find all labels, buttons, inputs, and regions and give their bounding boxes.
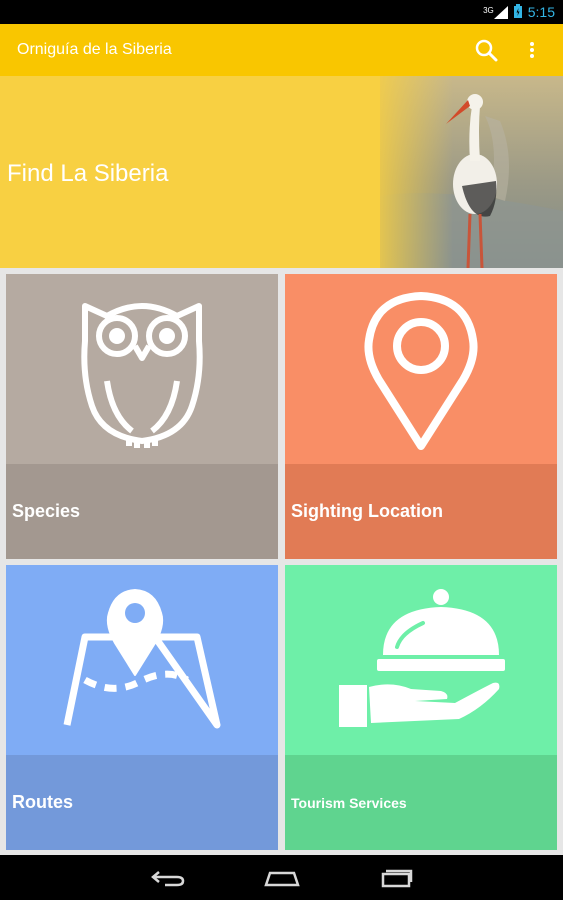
overflow-menu-button[interactable] — [509, 24, 555, 76]
search-icon — [475, 39, 498, 62]
route-map-icon — [6, 585, 278, 735]
back-icon — [150, 870, 184, 886]
clock: 5:15 — [527, 4, 555, 20]
tile-routes-label: Routes — [12, 792, 74, 812]
hero-title: Find La Siberia — [7, 160, 169, 187]
back-button[interactable] — [148, 863, 188, 893]
tile-routes-band: Routes — [6, 755, 278, 850]
recent-apps-icon — [381, 869, 412, 887]
hero-banner: Find La Siberia — [0, 76, 563, 268]
tile-species[interactable]: Species — [6, 274, 278, 559]
tile-tourism-services-band: Tourism Services — [285, 755, 557, 850]
system-nav-bar — [0, 855, 563, 900]
app-bar: Orniguía de la Siberia — [0, 24, 563, 76]
owl-icon — [6, 286, 278, 451]
signal-icon: 3G — [483, 5, 508, 19]
home-icon — [263, 871, 300, 886]
tile-routes[interactable]: Routes — [6, 565, 278, 850]
network-type: 3G — [483, 5, 494, 15]
food-service-icon — [285, 585, 557, 735]
battery-icon — [513, 3, 522, 21]
overflow-menu-icon — [530, 42, 534, 58]
tile-sighting-location[interactable]: Sighting Location — [285, 274, 557, 559]
map-pin-icon — [285, 288, 557, 453]
search-button[interactable] — [463, 24, 509, 76]
tile-species-band: Species — [6, 464, 278, 559]
hero-fade — [363, 76, 453, 268]
tile-sighting-location-band: Sighting Location — [285, 464, 557, 559]
tile-species-label: Species — [12, 501, 81, 521]
tile-tourism-services-label: Tourism Services — [291, 794, 407, 811]
status-bar: 3G 5:15 — [0, 0, 563, 24]
recent-apps-button[interactable] — [376, 863, 416, 893]
app-title: Orniguía de la Siberia — [17, 41, 172, 58]
home-button[interactable] — [262, 863, 302, 893]
tile-tourism-services[interactable]: Tourism Services — [285, 565, 557, 850]
tile-sighting-location-label: Sighting Location — [291, 501, 443, 521]
